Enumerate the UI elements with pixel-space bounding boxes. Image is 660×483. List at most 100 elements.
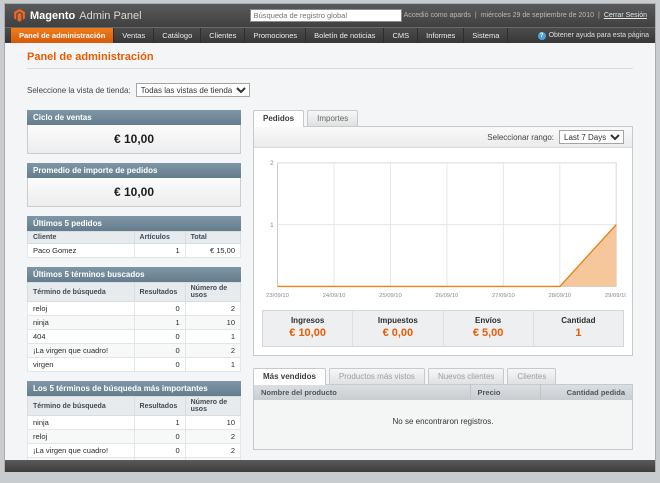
stat-label: Envíos bbox=[475, 316, 502, 325]
range-select[interactable]: Last 7 Days bbox=[559, 130, 624, 144]
left-column: Ciclo de ventas € 10,00 Promedio de impo… bbox=[27, 110, 242, 460]
store-view-row: Seleccione la vista de tienda: Todas las… bbox=[27, 83, 633, 97]
nav-item-dashboard[interactable]: Panel de administración bbox=[11, 28, 115, 43]
separator: | bbox=[597, 12, 600, 19]
table-cell: 0 bbox=[133, 343, 186, 358]
right-column: Pedidos Importes Seleccionar rango: Last… bbox=[253, 110, 633, 460]
totals-strip: Ingresos € 10,00 Impuestos € 0,00 Envíos… bbox=[262, 310, 624, 347]
magento-logo-icon bbox=[14, 9, 25, 22]
nav-item-promociones[interactable]: Promociones bbox=[245, 28, 307, 43]
table-cell: 0 bbox=[133, 301, 186, 316]
table-cell: virgen bbox=[27, 357, 135, 372]
nav-item-ventas[interactable]: Ventas bbox=[114, 28, 155, 43]
table-cell: ninja bbox=[27, 415, 135, 430]
global-search-input[interactable] bbox=[249, 9, 402, 22]
svg-text:26/09/10: 26/09/10 bbox=[436, 293, 459, 299]
table-cell: ninja bbox=[27, 315, 135, 330]
nav-item-sistema[interactable]: Sistema bbox=[464, 28, 509, 43]
table-cell: € 15,00 bbox=[184, 243, 242, 258]
column-header: Total bbox=[184, 231, 242, 244]
table-row: ninja 1 10 bbox=[27, 315, 242, 330]
table-header-row: Nombre del producto Precio Cantidad pedi… bbox=[254, 385, 632, 400]
table-header-row: Término de búsqueda Resultados Número de… bbox=[27, 396, 242, 416]
lifetime-sales-card: Ciclo de ventas € 10,00 bbox=[27, 110, 241, 154]
table-cell: 1 bbox=[184, 329, 242, 344]
chart-panel: Seleccionar rango: Last 7 Days 1 2 23/09/1… bbox=[253, 126, 633, 356]
tab-importes[interactable]: Importes bbox=[307, 110, 359, 126]
tab-mas-vendidos[interactable]: Más vendidos bbox=[253, 368, 326, 385]
stat-envios: Envíos € 5,00 bbox=[442, 311, 533, 346]
column-header: Nombre del producto bbox=[254, 385, 471, 400]
nav-item-clientes[interactable]: Clientes bbox=[201, 28, 246, 43]
tab-nuevos-clientes[interactable]: Nuevos clientes bbox=[427, 368, 505, 384]
range-label: Seleccionar rango: bbox=[487, 132, 554, 142]
tab-clientes[interactable]: Clientes bbox=[507, 368, 557, 384]
logged-in-as-text: Accedió como apards bbox=[403, 12, 471, 19]
tab-productos-mas-vistos[interactable]: Productos más vistos bbox=[328, 368, 425, 384]
nav-item-informes[interactable]: Informes bbox=[418, 28, 465, 43]
table-cell: 1 bbox=[184, 357, 242, 372]
column-header: Término de búsqueda bbox=[27, 396, 135, 416]
main-nav: Panel de administración Ventas Catálogo … bbox=[5, 27, 655, 43]
table-row: ¡La virgen que cuadro! 0 2 bbox=[27, 443, 242, 458]
stat-label: Cantidad bbox=[561, 316, 596, 325]
page-title: Panel de administración bbox=[27, 51, 633, 69]
nav-item-cms[interactable]: CMS bbox=[384, 28, 419, 43]
range-bar: Seleccionar rango: Last 7 Days bbox=[254, 127, 632, 148]
nav-item-boletin[interactable]: Boletín de noticias bbox=[306, 28, 385, 43]
footer-bar bbox=[5, 460, 655, 472]
products-panel: Nombre del producto Precio Cantidad pedi… bbox=[253, 384, 633, 450]
logo-subtitle: Admin Panel bbox=[79, 9, 142, 22]
page-help-link[interactable]: ? Obtener ayuda para esta página bbox=[537, 28, 649, 43]
table-cell: 0 bbox=[133, 429, 186, 444]
stat-value: 1 bbox=[575, 327, 582, 339]
table-row: reloj 0 2 bbox=[27, 301, 242, 316]
empty-records-message: No se encontraron registros. bbox=[254, 400, 632, 449]
stat-ingresos: Ingresos € 10,00 bbox=[263, 311, 352, 346]
table-cell: 1 bbox=[133, 415, 186, 430]
table-cell: 1 bbox=[133, 243, 186, 258]
separator: | bbox=[474, 12, 477, 19]
column-header: Artículos bbox=[133, 231, 186, 244]
tab-pedidos[interactable]: Pedidos bbox=[253, 110, 305, 127]
last-search-terms-card: Últimos 5 términos buscados Término de b… bbox=[27, 267, 242, 372]
column-header: Cliente bbox=[27, 231, 135, 244]
column-header: Término de búsqueda bbox=[27, 282, 135, 302]
table-cell: 2 bbox=[184, 301, 242, 316]
stat-value: € 5,00 bbox=[472, 327, 504, 339]
table-cell: Paco Gomez bbox=[27, 243, 135, 258]
stat-value: € 0,00 bbox=[382, 327, 414, 339]
current-date-text: miércoles 29 de septiembre de 2010 bbox=[480, 12, 594, 19]
nav-item-catalogo[interactable]: Catálogo bbox=[154, 28, 202, 43]
table-cell: 10 bbox=[184, 315, 242, 330]
average-orders-value: € 10,00 bbox=[27, 178, 241, 207]
table-cell: 2 bbox=[184, 443, 242, 458]
table-cell: 2 bbox=[184, 429, 242, 444]
logout-link[interactable]: Cerrar Sesión bbox=[604, 12, 647, 19]
table-cell: 0 bbox=[133, 329, 186, 344]
header-user-info: Accedió como apards | miércoles 29 de se… bbox=[404, 12, 647, 19]
column-header: Número de usos bbox=[184, 282, 242, 302]
table-cell: 10 bbox=[184, 415, 242, 430]
column-header: Resultados bbox=[133, 396, 186, 416]
stat-value: € 10,00 bbox=[289, 327, 326, 339]
card-title: Últimos 5 términos buscados bbox=[27, 267, 241, 282]
table-row: ¡La virgen que cuadro! 0 2 bbox=[27, 343, 242, 358]
last-orders-card: Últimos 5 pedidos Cliente Artículos Tota… bbox=[27, 216, 242, 258]
store-view-select[interactable]: Todas las vistas de tienda bbox=[135, 83, 250, 97]
column-header: Cantidad pedida bbox=[540, 385, 632, 400]
table-cell: 0 bbox=[133, 443, 186, 458]
table-cell: 0 bbox=[133, 357, 186, 372]
table-header-row: Término de búsqueda Resultados Número de… bbox=[27, 282, 242, 302]
content-area: Panel de administración Seleccione la vi… bbox=[5, 43, 655, 460]
card-title: Los 5 términos de búsqueda más important… bbox=[27, 381, 241, 396]
column-header: Número de usos bbox=[184, 396, 242, 416]
table-cell: 1 bbox=[133, 315, 186, 330]
table-header-row: Cliente Artículos Total bbox=[27, 231, 242, 244]
column-header: Resultados bbox=[133, 282, 186, 302]
logo-title: Magento bbox=[30, 9, 76, 22]
table-cell: reloj bbox=[27, 301, 135, 316]
magento-logo[interactable]: Magento Admin Panel bbox=[13, 9, 142, 22]
svg-text:2: 2 bbox=[270, 160, 274, 167]
table-row: Paco Gomez 1 € 15,00 bbox=[27, 243, 242, 258]
